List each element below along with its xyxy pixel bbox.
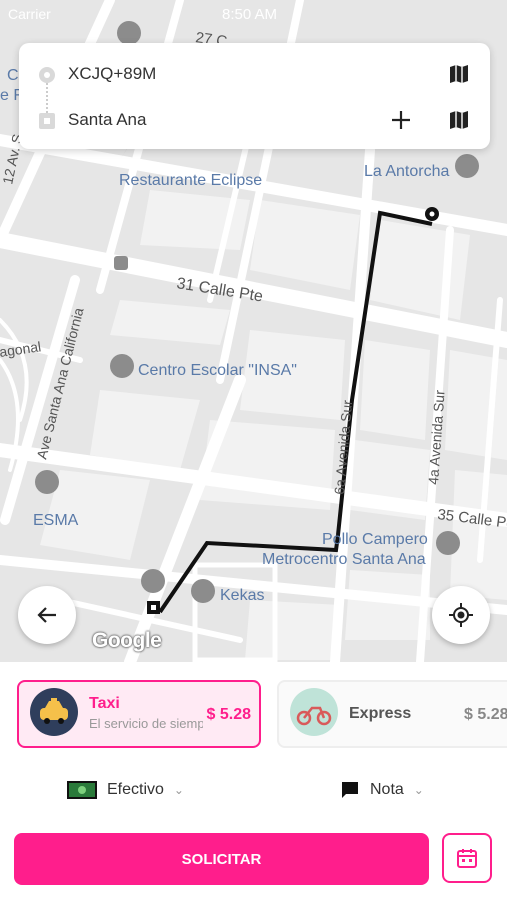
payment-row: Efectivo ⌄ Nota ⌄ [0, 766, 507, 812]
svg-text:Metrocentro Santa Ana: Metrocentro Santa Ana [262, 551, 426, 568]
service-selector: Taxi El servicio de siempre $ 5.28 Expre… [0, 662, 507, 762]
folded-map-icon[interactable] [444, 105, 474, 135]
svg-text:Centro Escolar "INSA": Centro Escolar "INSA" [138, 362, 297, 379]
origin-text: XCJQ+89M [68, 64, 157, 83]
destination-row[interactable]: Santa Ana [19, 97, 490, 143]
plus-icon[interactable] [386, 105, 416, 135]
motorcycle-icon [290, 688, 338, 736]
status-bar: Carrier 8:50 AM [0, 0, 507, 28]
svg-text:Pollo Campero: Pollo Campero [322, 531, 428, 548]
note-selector[interactable]: Nota ⌄ [340, 778, 424, 802]
origin-row[interactable]: XCJQ+89M [19, 51, 490, 97]
request-ride-button[interactable]: SOLICITAR [14, 833, 429, 885]
cash-icon [67, 781, 97, 799]
chevron-down-icon: ⌄ [173, 783, 184, 797]
schedule-button[interactable] [442, 833, 492, 883]
taxi-car-icon [30, 688, 78, 736]
svg-text:ESMA: ESMA [33, 512, 79, 529]
svg-text:4a Avenida Sur: 4a Avenida Sur [425, 389, 448, 485]
service-name: Express [349, 705, 412, 722]
crosshair-icon [449, 603, 473, 627]
service-name: Taxi [89, 695, 120, 712]
svg-text:Kekas: Kekas [220, 587, 264, 604]
calendar-icon [457, 849, 477, 868]
circle-dot-icon [39, 67, 55, 83]
service-card-express[interactable]: Express $ 5.28 [277, 680, 507, 748]
my-location-button[interactable] [432, 586, 490, 644]
square-dot-icon [39, 113, 55, 129]
carrier-label: Carrier [8, 6, 51, 22]
clock: 8:50 AM [222, 6, 278, 23]
note-label: Nota [370, 781, 404, 798]
chevron-down-icon: ⌄ [413, 783, 424, 797]
arrow-left-icon [37, 607, 56, 623]
svg-text:C: C [7, 67, 19, 84]
svg-text:La Antorcha: La Antorcha [364, 163, 450, 180]
google-logo: Google [92, 629, 162, 652]
service-description: El servicio de siempre [89, 716, 203, 731]
payment-method-selector[interactable]: Efectivo ⌄ [67, 778, 184, 802]
destination-text: Santa Ana [68, 110, 147, 129]
service-price: $ 5.28 [464, 706, 507, 723]
payment-method-label: Efectivo [107, 781, 164, 798]
svg-text:Restaurante Eclipse: Restaurante Eclipse [119, 172, 262, 189]
service-price: $ 5.28 [206, 706, 251, 723]
service-card-taxi[interactable]: Taxi El servicio de siempre $ 5.28 [17, 680, 261, 748]
back-button[interactable] [18, 586, 76, 644]
folded-map-icon[interactable] [444, 59, 474, 89]
route-card: XCJQ+89M Santa Ana [19, 43, 490, 149]
comment-icon [340, 780, 360, 800]
